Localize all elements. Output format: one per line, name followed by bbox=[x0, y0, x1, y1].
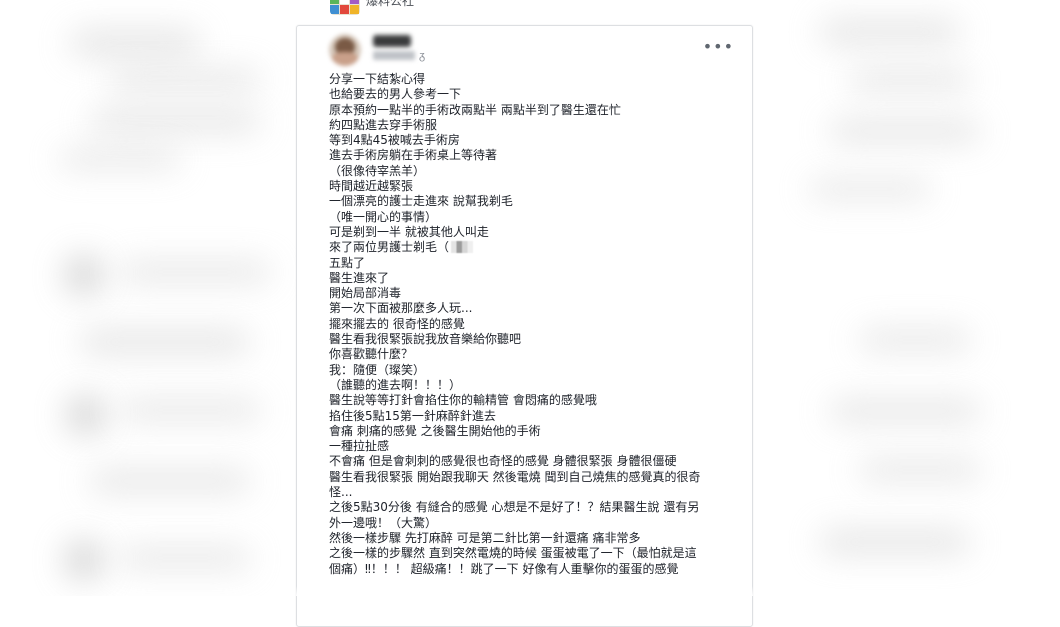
author-avatar[interactable] bbox=[329, 34, 361, 66]
post-line: 醫生看我很緊張說我放音樂給你聽吧 bbox=[329, 332, 522, 347]
post-line: 一個漂亮的護士走進來 說幫我剃毛 bbox=[329, 194, 513, 209]
group-header[interactable]: 爆料公社 bbox=[330, 0, 414, 15]
post-line: 進去手術房躺在手術桌上等待著 bbox=[329, 148, 498, 163]
post-line: 可是剃到一半 就被其他人叫走 bbox=[329, 224, 489, 239]
post-line: 第一次下面被那麼多人玩... bbox=[329, 301, 473, 316]
post-line: 醫生進來了 bbox=[329, 270, 390, 285]
post-line-with-emoji: 來了兩位男護士剃毛（ bbox=[329, 240, 730, 255]
post-line: （誰聽的進去啊！！！） bbox=[329, 377, 462, 392]
post-line-text: 來了兩位男護士剃毛（ bbox=[329, 240, 450, 255]
post-line: 醫生說等等打針會掐住你的輸精管 會悶痛的感覺哦 bbox=[329, 393, 597, 408]
post-timestamp-redacted[interactable] bbox=[373, 51, 415, 60]
post-line: 等到4點45被喊去手術房 bbox=[329, 133, 460, 148]
pixelated-emoji-icon bbox=[451, 241, 474, 254]
post-line: 五點了 bbox=[329, 255, 366, 270]
post-line: 一種拉扯感 bbox=[329, 439, 390, 454]
post-card: ᵹ ••• 分享一下結紮心得 也給要去的男人參考一下 原本預約一點半的手術改兩點… bbox=[296, 25, 753, 627]
post-line: 之後一樣的步驟然 直到突然電燒的時候 蛋蛋被電了一下（最怕就是這 bbox=[329, 546, 697, 561]
post-line: 約四點進去穿手術服 bbox=[329, 117, 438, 132]
author-name-redacted[interactable] bbox=[373, 35, 411, 47]
post-line: 會痛 刺痛的感覺 之後醫生開始他的手術 bbox=[329, 423, 541, 438]
post-line: 醫生看我很緊張 開始跟我聊天 然後電燒 聞到自己燒焦的感覺真的很奇 bbox=[329, 469, 701, 484]
post-line: 你喜歡聽什麼？ bbox=[329, 347, 414, 362]
post-line: 然後一樣步驟 先打麻醉 可是第二針比第一針還痛 痛非常多 bbox=[329, 530, 641, 545]
post-line: 掐住後5點15第一針麻醉針進去 bbox=[329, 408, 496, 423]
more-options-icon[interactable]: ••• bbox=[703, 37, 734, 56]
post-line: 擺來擺去的 很奇怪的感覺 bbox=[329, 316, 465, 331]
post-line: 分享一下結紮心得 bbox=[329, 72, 426, 86]
post-line: 原本預約一點半的手術改兩點半 兩點半到了醫生還在忙 bbox=[329, 102, 621, 117]
post-line: （很像待宰羔羊） bbox=[329, 163, 426, 178]
post-text: 分享一下結紮心得 也給要去的男人參考一下 原本預約一點半的手術改兩點半 兩點半到… bbox=[329, 72, 730, 577]
post-line: 不會痛 但是會刺刺的感覺很也奇怪的感覺 身體很緊張 身體很僵硬 bbox=[329, 454, 677, 469]
post-line: 怪... bbox=[329, 485, 353, 500]
post-line: 外一邊哦！（大驚） bbox=[329, 515, 438, 530]
group-name[interactable]: 爆料公社 bbox=[366, 0, 414, 9]
group-avatar-icon[interactable] bbox=[330, 0, 360, 15]
post-header: ᵹ ••• bbox=[317, 31, 736, 71]
post-line: 也給要去的男人參考一下 bbox=[329, 87, 462, 102]
post-line: 個痛）‼！！！ 超級痛！！跳了一下 好像有人重擊你的蛋蛋的感覺 bbox=[329, 561, 679, 576]
crop-edge bbox=[296, 586, 753, 596]
post-line: 開始局部消毒 bbox=[329, 286, 402, 301]
post-line: 之後5點30分後 有縫合的感覺 心想是不是好了！？結果醫生說 還有另 bbox=[329, 500, 700, 515]
friends-icon: ᵹ bbox=[419, 49, 426, 62]
post-line: （唯一開心的事情） bbox=[329, 209, 438, 224]
post-line: 我：隨便（璨笑） bbox=[329, 362, 426, 377]
post-line: 時間越近越緊張 bbox=[329, 179, 414, 194]
